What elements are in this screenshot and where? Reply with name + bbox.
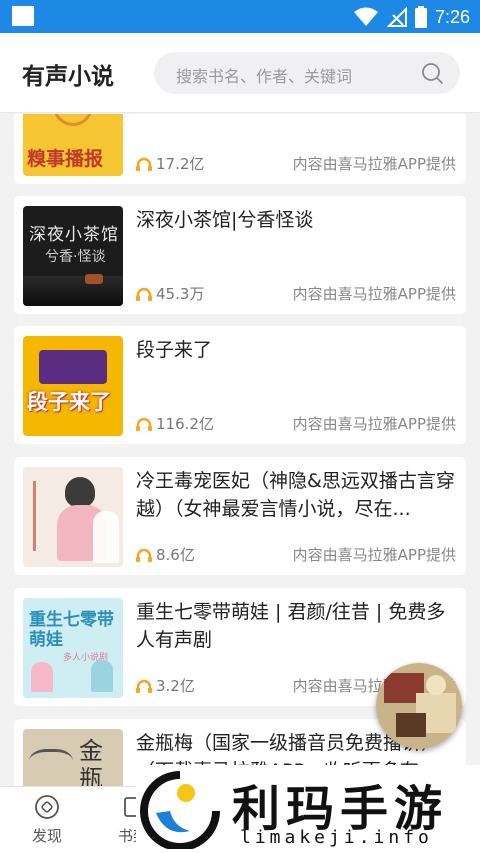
- cover-image[interactable]: 糗事播报: [23, 114, 123, 176]
- watermark-url: limakeji.info: [240, 827, 433, 848]
- floating-player-button[interactable]: [376, 663, 462, 749]
- cover-text: 段子来了: [27, 390, 111, 414]
- headphone-icon: [136, 157, 152, 171]
- provider-label: 内容由喜马拉雅APP提供: [292, 546, 456, 564]
- item-title: 重生七零带萌娃 | 君颜/往昔 | 免费多人有声剧: [136, 601, 446, 651]
- cover-text: 金瓶: [79, 737, 103, 786]
- watermark-logo-icon: [140, 771, 220, 849]
- headphone-icon: [136, 417, 152, 431]
- cover-image[interactable]: 重生七零带萌娃 多人小说剧: [23, 598, 123, 698]
- provider-label: 内容由喜马拉雅APP提供: [292, 155, 456, 173]
- cover-text: 糗事播报: [27, 148, 104, 170]
- cover-text: 重生七零带萌娃: [29, 610, 114, 650]
- cover-image[interactable]: 金瓶: [23, 729, 123, 786]
- list-item[interactable]: 糗事播报 17.2亿 内容由喜马拉雅APP提供: [14, 114, 466, 184]
- play-count: 3.2亿: [136, 675, 195, 696]
- watermark: 利玛手游 limakeji.info: [136, 765, 480, 853]
- headphone-icon: [136, 287, 152, 301]
- search-icon[interactable]: [420, 61, 444, 85]
- status-bar: 7:26: [0, 0, 480, 33]
- app-header: 有声小说 搜索书名、作者、关键词: [0, 33, 480, 113]
- wifi-icon: [353, 7, 378, 26]
- battery-icon: [414, 6, 427, 28]
- provider-label: 内容由喜马拉雅APP提供: [292, 285, 456, 303]
- play-count: 116.2亿: [136, 413, 214, 434]
- tab-discover[interactable]: 发现: [12, 793, 82, 846]
- headphone-icon: [136, 548, 152, 562]
- list-item[interactable]: 冷王毒宠医妃（神隐&思远双播古言穿越）（女神最爱言情小说，尽在... 8.6亿 …: [14, 457, 466, 575]
- item-title: 冷王毒宠医妃（神隐&思远双播古言穿越）（女神最爱言情小说，尽在...: [136, 470, 455, 520]
- search-input[interactable]: 搜索书名、作者、关键词: [154, 52, 460, 94]
- cover-image[interactable]: [23, 467, 123, 567]
- player-cover-icon: [376, 663, 462, 749]
- play-count: 8.6亿: [136, 544, 195, 565]
- play-count: 45.3万: [136, 283, 204, 304]
- cover-image[interactable]: 深夜小茶馆 兮香·怪谈: [23, 206, 123, 306]
- list-item[interactable]: 段子来了 段子来了 116.2亿 内容由喜马拉雅APP提供: [14, 326, 466, 444]
- item-title: 深夜小茶馆|兮香怪谈: [136, 209, 314, 231]
- headphone-icon: [136, 679, 152, 693]
- item-title: 段子来了: [136, 339, 213, 361]
- clock: 7:26: [434, 6, 470, 27]
- compass-icon: [35, 795, 59, 819]
- notification-icon: [12, 6, 34, 26]
- provider-label: 内容由喜马拉雅APP提供: [292, 415, 456, 433]
- cover-image[interactable]: 段子来了: [23, 336, 123, 436]
- cover-text: 深夜小茶馆: [29, 225, 119, 245]
- cover-subtext: 兮香·怪谈: [45, 249, 106, 265]
- signal-icon: [386, 7, 407, 27]
- search-placeholder: 搜索书名、作者、关键词: [176, 67, 353, 86]
- page-title: 有声小说: [22, 64, 114, 90]
- list-item[interactable]: 深夜小茶馆 兮香·怪谈 深夜小茶馆|兮香怪谈 45.3万 内容由喜马拉雅APP提…: [14, 196, 466, 314]
- play-count: 17.2亿: [136, 153, 204, 174]
